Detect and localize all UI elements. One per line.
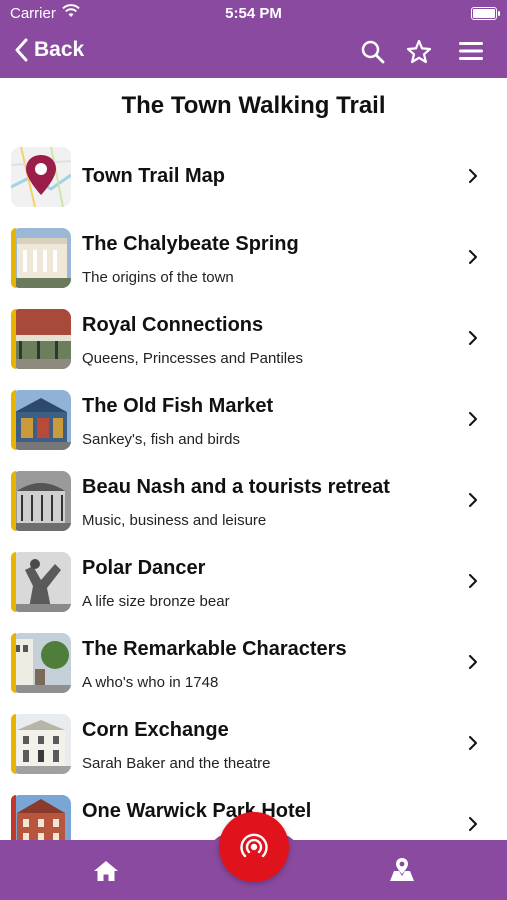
thumbnail-accent-strip: [11, 714, 16, 774]
map-icon[interactable]: [388, 857, 416, 883]
list-item-title: Beau Nash and a tourists retreat: [82, 476, 390, 498]
list-item-title: The Chalybeate Spring: [82, 233, 299, 255]
back-label: Back: [34, 38, 85, 61]
list-item-subtitle: Sarah Baker and the theatre: [82, 755, 271, 772]
chevron-right-icon: [469, 169, 477, 183]
polar-dancer-photo: [11, 552, 71, 612]
battery-icon: [471, 7, 500, 20]
thumbnail-accent-strip: [11, 228, 16, 288]
chevron-right-icon: [469, 250, 477, 264]
list-item-royal-connections[interactable]: Royal Connections Queens, Princesses and…: [0, 298, 507, 379]
chevron-right-icon: [469, 493, 477, 507]
list-item-polar-dancer[interactable]: Polar Dancer A life size bronze bear: [0, 541, 507, 622]
list-item-subtitle: Queens, Princesses and Pantiles: [82, 350, 303, 367]
list-item-subtitle: A life size bronze bear: [82, 593, 230, 610]
list-item-subtitle: Sankey's, fish and birds: [82, 431, 240, 448]
clock: 5:54 PM: [225, 5, 282, 22]
thumbnail-accent-strip: [11, 552, 16, 612]
list-item-title: Corn Exchange: [82, 719, 229, 741]
beau-nash-photo: [11, 471, 71, 531]
chevron-left-icon: [15, 38, 28, 62]
chevron-right-icon: [469, 655, 477, 669]
list-item-title: The Old Fish Market: [82, 395, 274, 417]
map-pin-icon: [11, 147, 71, 207]
broadcast-icon: [240, 833, 268, 858]
old-fish-market-photo: [11, 390, 71, 450]
home-icon[interactable]: [93, 859, 119, 883]
favorite-star-icon[interactable]: [406, 39, 432, 65]
list-item-title: Royal Connections: [82, 314, 264, 336]
chevron-right-icon: [469, 331, 477, 345]
trail-list: Town Trail Map The Chalybeate Spring The…: [0, 136, 507, 865]
thumbnail-accent-strip: [11, 633, 16, 693]
search-icon[interactable]: [360, 39, 386, 65]
nav-bar: Back: [0, 26, 507, 78]
chalybeate-spring-photo: [11, 228, 71, 288]
list-item-subtitle: A who's who in 1748: [82, 674, 219, 691]
list-item-old-fish-market[interactable]: The Old Fish Market Sankey's, fish and b…: [0, 379, 507, 460]
corn-exchange-photo: [11, 714, 71, 774]
royal-connections-photo: [11, 309, 71, 369]
thumbnail-accent-strip: [11, 309, 16, 369]
list-item-title: The Remarkable Characters: [82, 638, 347, 660]
page-title: The Town Walking Trail: [121, 92, 386, 119]
back-button[interactable]: Back: [14, 38, 84, 62]
list-item-subtitle: The origins of the town: [82, 269, 234, 286]
chevron-right-icon: [469, 412, 477, 426]
chevron-right-icon: [469, 574, 477, 588]
chevron-right-icon: [469, 817, 477, 831]
menu-icon[interactable]: [459, 41, 483, 61]
thumbnail-accent-strip: [11, 471, 16, 531]
list-item-beau-nash[interactable]: Beau Nash and a tourists retreat Music, …: [0, 460, 507, 541]
list-item-chalybeate-spring[interactable]: The Chalybeate Spring The origins of the…: [0, 217, 507, 298]
list-item-remarkable-characters[interactable]: The Remarkable Characters A who's who in…: [0, 622, 507, 703]
list-item-town-trail-map[interactable]: Town Trail Map: [0, 136, 507, 217]
list-item-title: One Warwick Park Hotel: [82, 800, 312, 822]
list-item-title: Town Trail Map: [82, 165, 225, 187]
center-broadcast-button[interactable]: [219, 812, 289, 882]
list-item-subtitle: Music, business and leisure: [82, 512, 267, 529]
list-item-corn-exchange[interactable]: Corn Exchange Sarah Baker and the theatr…: [0, 703, 507, 784]
chevron-right-icon: [469, 736, 477, 750]
list-item-title: Polar Dancer: [82, 557, 206, 579]
status-bar: Carrier 5:54 PM: [0, 0, 507, 26]
thumbnail-accent-strip: [11, 390, 16, 450]
remarkable-characters-photo: [11, 633, 71, 693]
